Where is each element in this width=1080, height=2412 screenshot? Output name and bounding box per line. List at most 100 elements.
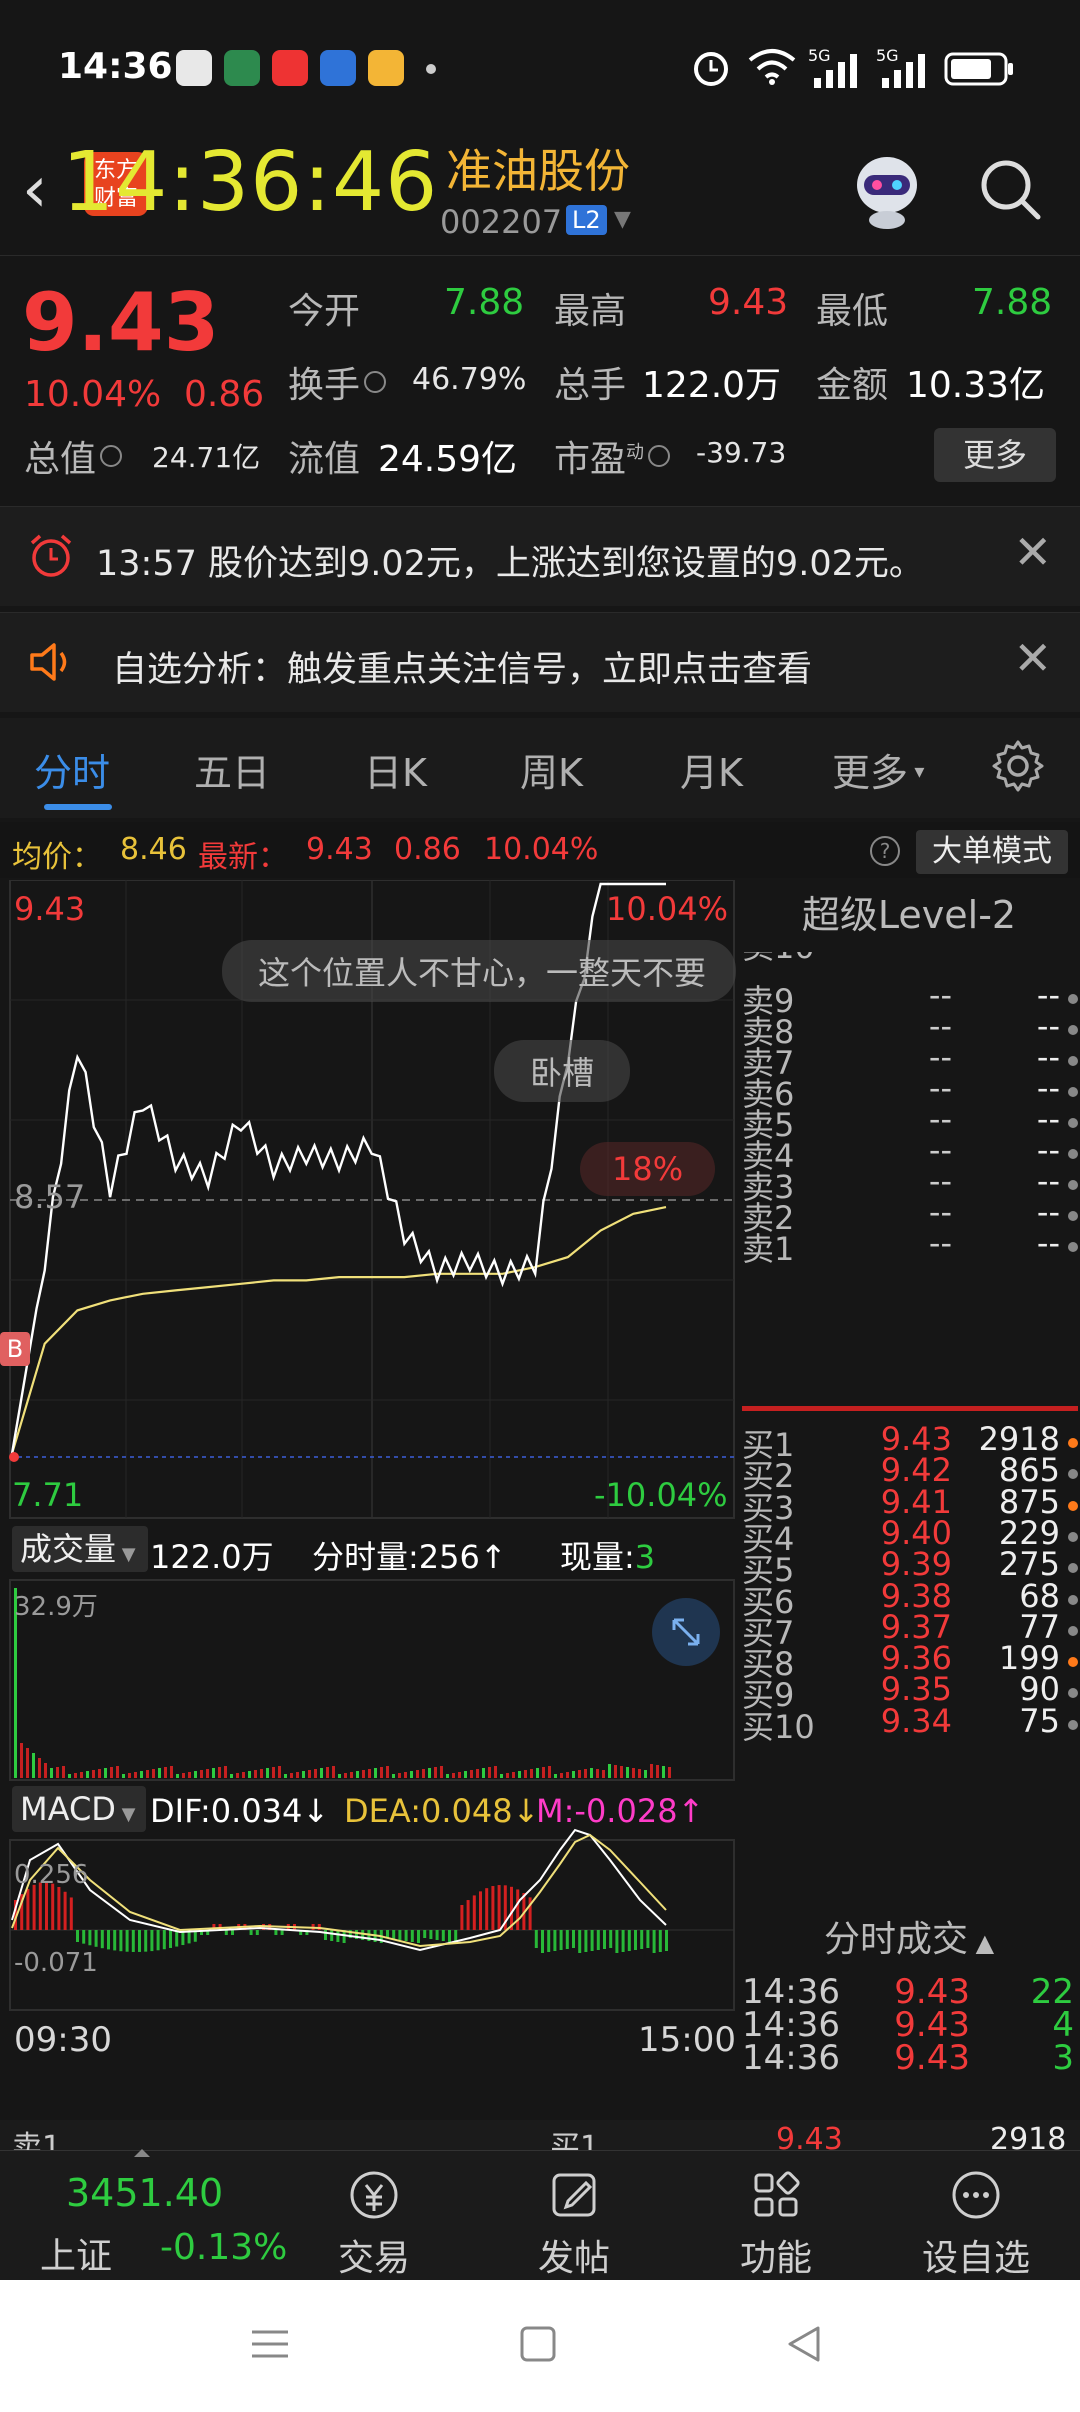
trade-volume: 3 (1052, 2038, 1074, 2078)
index-name[interactable]: 上证 (40, 2227, 112, 2279)
nav-trade[interactable]: 交易 (274, 2151, 474, 2281)
macd-bar (652, 1930, 656, 1953)
macd-bar (441, 1930, 445, 1941)
nav-functions[interactable]: 功能 (676, 2151, 876, 2281)
macd-bar (255, 1930, 259, 1935)
macd-bar (94, 1930, 98, 1947)
trades-title[interactable]: 分时成交 ▲ (738, 1910, 1080, 1960)
home-icon[interactable] (518, 2324, 558, 2364)
amount-label: 金额 (816, 365, 889, 406)
volume-bar (224, 1766, 227, 1778)
volume-indicator-selector[interactable]: 成交量 ▼ (12, 1526, 148, 1572)
info-icon[interactable] (648, 445, 671, 467)
volume-bar (26, 1748, 29, 1778)
bid-price: 9.34 (880, 1701, 952, 1740)
macd-bar (646, 1930, 650, 1948)
pe-label: 市盈动 (554, 430, 671, 482)
volume-bar (86, 1771, 89, 1778)
tab-five-day[interactable]: 五日 (194, 742, 270, 797)
edit-icon (552, 2173, 596, 2217)
macd-bar (479, 1891, 482, 1930)
danmaku-comment[interactable]: 这个位置人不甘心，一整天不要 (222, 940, 736, 1002)
analysis-alert-banner[interactable]: 自选分析：触发重点关注信号，立即点击查看 ✕ (0, 612, 1080, 712)
index-change[interactable]: -0.13% (160, 2227, 287, 2268)
help-icon[interactable]: ? (870, 836, 900, 866)
tab-weekly-k[interactable]: 周K (520, 742, 583, 797)
volume-bar (494, 1766, 497, 1778)
macd-bar (410, 1930, 414, 1942)
intraday-chart[interactable]: 9.43 10.04% 8.57 7.71 -10.04% B 这个位置人不甘心… (0, 880, 736, 2120)
yuan-exchange-icon (350, 2171, 398, 2219)
buy-marker[interactable]: B (0, 1332, 30, 1366)
nav-add-watchlist[interactable]: 设自选 (876, 2151, 1076, 2281)
volume-bar (362, 1770, 365, 1778)
volume-bar (110, 1767, 113, 1778)
macd-bar (596, 1930, 600, 1950)
volume-bar (62, 1766, 65, 1778)
close-icon[interactable]: ✕ (1013, 631, 1052, 685)
tab-more[interactable]: 更多 ▾ (832, 742, 924, 797)
l2-badge[interactable]: L2 (566, 205, 607, 235)
nav-post[interactable]: 发帖 (474, 2151, 674, 2281)
high-label: 最高 (554, 291, 627, 332)
amount-value: 10.33亿 (906, 365, 1046, 406)
macd-bar (429, 1930, 433, 1939)
battery-icon (944, 52, 1013, 86)
level2-title[interactable]: 超级Level-2 (738, 880, 1080, 950)
more-dot-icon (426, 64, 436, 74)
volume-bar (518, 1771, 521, 1778)
more-button[interactable]: 更多 (934, 428, 1056, 482)
price-alert-banner[interactable]: 13:57 股价达到9.02元，上涨达到您设置的9.02元。 ✕ (0, 506, 1080, 606)
danmaku-comment[interactable]: 卧槽 (494, 1040, 631, 1102)
level2-panel: 超级Level-2 卖10---- 卖9----卖8----卖7----卖6--… (738, 880, 1080, 2120)
expand-icon[interactable] (652, 1598, 720, 1666)
volume-bar (80, 1772, 83, 1778)
menu-icon[interactable] (250, 2324, 290, 2364)
macd-bar (100, 1930, 104, 1949)
macd-bar (131, 1930, 135, 1952)
volume-bar (74, 1773, 77, 1778)
close-icon[interactable]: ✕ (1013, 525, 1052, 579)
volume-bar (650, 1764, 653, 1778)
tab-monthly-k[interactable]: 月K (680, 742, 743, 797)
macd-bar (144, 1930, 148, 1952)
index-value[interactable]: 3451.40 (66, 2171, 223, 2215)
tab-intraday[interactable]: 分时 (34, 742, 110, 797)
dot-icon (1068, 1625, 1078, 1636)
tab-daily-k[interactable]: 日K (364, 742, 427, 797)
gear-icon[interactable] (990, 738, 1046, 794)
back-button[interactable]: ‹ (22, 155, 48, 225)
macd-bar (119, 1930, 123, 1952)
signal-icon (882, 54, 925, 88)
volume-bar (422, 1769, 425, 1778)
nav-label: 设自选 (921, 2238, 1030, 2279)
big-order-mode-button[interactable]: 大单模式 (916, 830, 1068, 874)
dot-icon (1068, 1438, 1078, 1448)
dot-icon (1068, 1469, 1078, 1480)
app-notification-icon (176, 50, 212, 86)
volume-bar (380, 1767, 383, 1778)
macd-bar (69, 1897, 73, 1930)
macd-bar (460, 1905, 464, 1930)
macd-bar (466, 1900, 470, 1930)
robot-assistant-icon[interactable] (844, 145, 930, 231)
macd-bar (125, 1930, 129, 1952)
volume-bar (164, 1767, 167, 1778)
volume-bar (290, 1773, 293, 1778)
search-icon[interactable] (976, 155, 1046, 225)
volume-bar (608, 1764, 611, 1778)
macd-bar (26, 1888, 30, 1930)
clock-overlay: 14:36:46 (62, 135, 439, 230)
macd-bar (324, 1930, 327, 1940)
caret-down-icon[interactable]: ▼ (614, 207, 631, 232)
change-amount: 0.86 (184, 374, 265, 415)
back-icon[interactable] (784, 2324, 824, 2364)
macd-indicator-selector[interactable]: MACD ▼ (12, 1786, 146, 1832)
volume-bar (140, 1771, 143, 1778)
volume-bar (248, 1771, 251, 1778)
info-icon[interactable] (100, 445, 123, 467)
info-icon[interactable] (364, 371, 387, 393)
volume-bar (656, 1765, 659, 1778)
macd-bar (658, 1930, 662, 1952)
peek-bid-label: 买1 (550, 2130, 600, 2150)
